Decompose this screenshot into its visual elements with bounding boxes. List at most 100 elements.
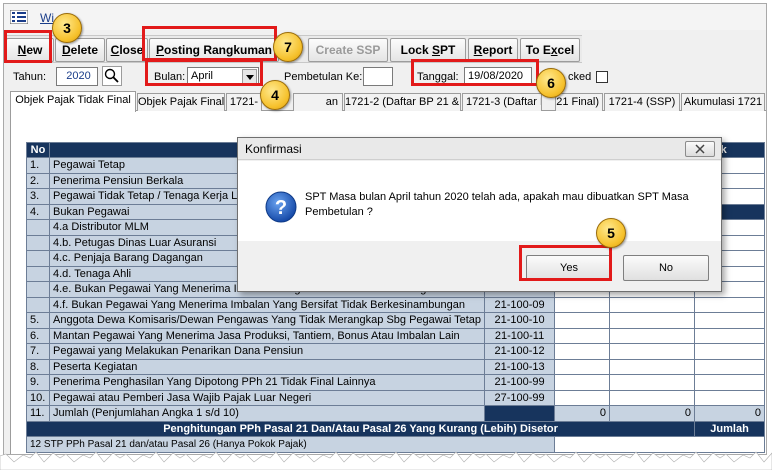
row-value-c[interactable] [694,389,766,406]
row-golongan: Peserta Kegiatan [48,358,486,375]
filter-bar: Tahun: 2020 Bulan: April Pembetulan Ke: … [4,64,766,90]
row-no [26,296,50,313]
row-value-c[interactable] [694,327,766,344]
row-golongan: Pegawai atau Pemberi Jasa Wajib Pajak Lu… [48,389,486,406]
chevron-down-icon[interactable] [242,69,257,84]
row-value-b[interactable] [609,296,696,313]
callout-6: 6 [536,68,566,98]
search-icon [104,68,119,83]
row-value-a[interactable] [554,343,611,360]
total-label: Jumlah (Penjumlahan Angka 1 s/d 10) [48,405,486,422]
row-value-b[interactable] [609,327,696,344]
row-value-b[interactable] [609,358,696,375]
close-button[interactable]: Close [106,38,148,62]
row-golongan: 4.f. Bukan Pegawai Yang Menerima Imbalan… [48,296,486,313]
report-button[interactable]: Report [468,38,518,62]
create-ssp-button[interactable]: Create SSP [308,38,388,62]
locked-checkbox[interactable] [596,71,608,83]
table-row: 9. Penerima Penghasilan Yang Dipotong PPh… [26,374,766,391]
header-no: No [26,142,50,158]
list-icon [10,10,28,24]
svg-text:?: ? [275,197,287,219]
row-no [26,219,50,236]
row-no: 8. [26,358,50,375]
bulan-select[interactable]: April [187,67,259,86]
total-no: 11. [26,405,50,422]
row-no: 4. [26,203,50,220]
tanggal-label: Tanggal: [417,71,459,83]
section-header-row: Penghitungan PPh Pasal 21 Dan/Atau Pasal… [25,420,766,437]
new-button[interactable]: New [6,38,54,62]
title-bar: Wi [4,4,766,30]
section-header-jumlah: Jumlah [694,420,766,437]
row-value-c[interactable] [694,374,766,391]
row-value-a[interactable] [554,358,611,375]
row-value-a[interactable] [554,389,611,406]
tab-1721-3[interactable]: 1721-3 (Daftar B [462,93,542,111]
row-no [26,281,50,298]
row-value-b[interactable] [609,374,696,391]
tahun-input[interactable]: 2020 [56,67,98,86]
to-excel-button[interactable]: To Excel [520,38,580,62]
tab-1721-1-tail[interactable]: an [293,93,343,111]
row-value-b[interactable] [609,389,696,406]
row-no: 5. [26,312,50,329]
row-value-c[interactable] [694,343,766,360]
section-header-label: Penghitungan PPh Pasal 21 Dan/Atau Pasal… [25,420,696,437]
row-value-b[interactable] [609,312,696,329]
search-button[interactable] [102,66,122,86]
bulan-value: April [191,70,214,82]
dialog-close-button[interactable] [685,141,715,157]
pembetulan-label: Pembetulan Ke: [284,71,363,83]
no-button[interactable]: No [623,255,709,281]
callout-3: 3 [52,13,82,43]
row-value-b[interactable] [609,343,696,360]
tab-1721-3-tail[interactable]: 21 Final) [555,93,603,111]
row-value-a[interactable] [554,374,611,391]
row-no: 3. [26,188,50,205]
row-no [26,234,50,251]
tab-objek-pajak-tidak-final[interactable]: Objek Pajak Tidak Final [10,91,136,112]
tab-1721-1[interactable]: 1721- [226,93,262,111]
table-row: 10. Pegawai atau Pemberi Jasa Wajib Pajak… [26,389,766,406]
row-value-c[interactable] [694,312,766,329]
table-row: 7. Pegawai yang Melakukan Penarikan Dana … [26,343,766,360]
row-golongan: Penerima Penghasilan Yang Dipotong PPh 2… [48,374,486,391]
tab-akumulasi-1721[interactable]: Akumulasi 1721 [681,93,765,111]
row-no: 1. [26,157,50,174]
row-no: 7. [26,343,50,360]
row-code: 27-100-99 [484,389,556,406]
row-code: 21-100-11 [484,327,556,344]
dialog-body: ? SPT Masa bulan April tahun 2020 telah … [238,161,721,241]
row-no: 6. [26,327,50,344]
row-value-a[interactable] [554,296,611,313]
row-value-a[interactable] [554,327,611,344]
row-no [26,250,50,267]
dialog-title: Konfirmasi [238,138,721,160]
table-row: 4.f. Bukan Pegawai Yang Menerima Imbalan… [26,296,766,313]
row-code: 21-100-99 [484,374,556,391]
row-value-a[interactable] [554,312,611,329]
total-value-b: 0 [609,405,696,422]
table-row: 6. Mantan Pegawai Yang Menerima Jasa Prod… [26,327,766,344]
tab-objek-pajak-final[interactable]: Objek Pajak Final [137,93,225,111]
row-no: 10. [26,389,50,406]
lock-spt-button[interactable]: Lock SPT [390,38,466,62]
row-code: 21-100-10 [484,312,556,329]
pembetulan-input[interactable] [363,67,393,86]
posting-rangkuman-button[interactable]: Posting Rangkuman [149,38,279,62]
tanggal-input[interactable]: 19/08/2020 [464,67,532,86]
row-value-c[interactable] [694,296,766,313]
tab-1721-2[interactable]: 1721-2 (Daftar BP 21 & 26) [344,93,461,111]
row-golongan: Mantan Pegawai Yang Menerima Jasa Produk… [48,327,486,344]
yes-button[interactable]: Yes [526,255,612,281]
row-code: 21-100-09 [484,296,556,313]
row-value-c[interactable] [694,358,766,375]
question-icon: ? [265,191,297,223]
table-row: 5. Anggota Dewa Komisaris/Dewan Pengawas … [26,312,766,329]
konfirmasi-dialog: Konfirmasi ? SPT Masa bulan April tahun … [237,137,722,292]
main-window: Wi New Delete Close Posting Rangkuman Cr… [3,3,767,455]
table-row: 8. Peserta Kegiatan 21-100-13 [26,358,766,375]
torn-edge [0,451,772,470]
tab-1721-4-ssp[interactable]: 1721-4 (SSP) [604,93,680,111]
